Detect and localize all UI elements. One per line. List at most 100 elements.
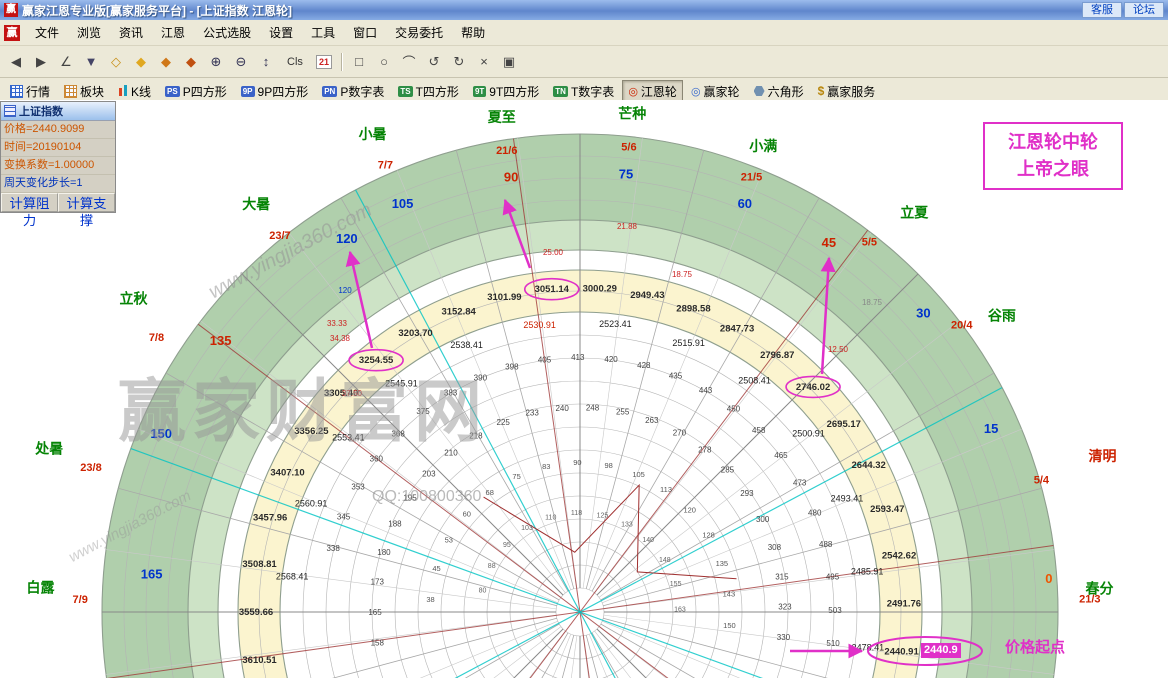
svg-text:7/8: 7/8 <box>149 332 164 344</box>
svg-text:3559.66: 3559.66 <box>239 607 273 618</box>
diamond-outline-icon[interactable]: ◇ <box>104 50 128 73</box>
svg-text:3203.70: 3203.70 <box>398 328 432 339</box>
calc-support-button[interactable]: 计算支撑 <box>58 193 115 212</box>
svg-text:155: 155 <box>670 581 682 588</box>
menu-window[interactable]: 窗口 <box>344 21 386 44</box>
price-start-label[interactable]: 价格起点 <box>1005 636 1065 657</box>
svg-text:148: 148 <box>659 557 671 564</box>
svg-text:33.33: 33.33 <box>327 319 348 328</box>
menu-trading[interactable]: 交易委托 <box>386 21 452 44</box>
rect-tool-icon-glyph: □ <box>355 54 363 69</box>
svg-text:233: 233 <box>525 409 539 418</box>
svg-text:125: 125 <box>597 513 609 520</box>
zoom-out-icon[interactable]: ⊖ <box>229 50 253 73</box>
svg-text:278: 278 <box>698 445 712 454</box>
svg-text:405: 405 <box>538 355 552 364</box>
diamond-gold-icon[interactable]: ◆ <box>129 50 153 73</box>
svg-text:330: 330 <box>777 633 791 642</box>
annotation-note-box[interactable]: 江恩轮中轮 上帝之眼 <box>983 122 1123 190</box>
svg-text:473: 473 <box>793 479 807 488</box>
svg-text:2695.17: 2695.17 <box>827 419 861 430</box>
ribbon-hexagon-label: 六角形 <box>768 83 804 100</box>
svg-text:0: 0 <box>1045 571 1052 586</box>
svg-text:420: 420 <box>604 355 618 364</box>
svg-text:2500.91: 2500.91 <box>792 428 825 438</box>
arc-tool-icon[interactable]: ⌒ <box>397 50 421 73</box>
menu-view[interactable]: 浏览 <box>68 21 110 44</box>
menu-gann[interactable]: 江恩 <box>152 21 194 44</box>
chart-area: 2440.912491.762542.622593.472644.322695.… <box>0 100 1168 678</box>
ribbon-9p-square-label: 9P四方形 <box>258 83 309 100</box>
circle-tool-icon-glyph: ○ <box>380 54 388 69</box>
cls-button[interactable]: Cls <box>279 50 311 73</box>
svg-text:2746.02: 2746.02 <box>796 382 830 393</box>
svg-text:285: 285 <box>721 466 735 475</box>
ribbon-p-table-icon: PN <box>322 86 337 97</box>
calendar-icon[interactable]: 21 <box>312 50 336 73</box>
drawing-toolbar: ◀▶∠▼◇◆◆◆⊕⊖↕Cls21□○⌒↺↻×▣ <box>0 46 1168 78</box>
service-button[interactable]: 客服 <box>1082 2 1122 18</box>
menu-stock-picker[interactable]: 公式选股 <box>194 21 260 44</box>
svg-text:413: 413 <box>571 353 585 362</box>
svg-text:23/8: 23/8 <box>80 462 101 474</box>
menu-settings[interactable]: 设置 <box>260 21 302 44</box>
app-logo-icon: 赢 <box>4 3 18 17</box>
svg-text:60: 60 <box>738 196 752 211</box>
svg-text:2644.32: 2644.32 <box>852 460 886 471</box>
measure-icon[interactable]: ↕ <box>254 50 278 73</box>
svg-text:21/5: 21/5 <box>741 172 762 184</box>
svg-text:300: 300 <box>756 515 770 524</box>
svg-text:2545.91: 2545.91 <box>385 378 418 388</box>
next-icon[interactable]: ▶ <box>29 50 53 73</box>
zoom-in-icon[interactable]: ⊕ <box>204 50 228 73</box>
rotate-ccw-icon[interactable]: ↺ <box>422 50 446 73</box>
svg-text:白露: 白露 <box>27 579 56 595</box>
funnel-icon-glyph: ▼ <box>85 54 98 69</box>
price-start-tag[interactable]: 2440.9 <box>921 643 961 658</box>
svg-text:68: 68 <box>486 488 494 497</box>
cross-tool-icon-glyph: × <box>480 54 488 69</box>
svg-text:90: 90 <box>573 458 581 467</box>
svg-text:2542.62: 2542.62 <box>882 551 916 562</box>
svg-text:503: 503 <box>828 606 842 615</box>
rotate-cw-icon[interactable]: ↻ <box>447 50 471 73</box>
svg-text:255: 255 <box>616 407 630 416</box>
svg-text:60: 60 <box>463 510 471 519</box>
callout-icon[interactable]: ▣ <box>497 50 521 73</box>
svg-text:150: 150 <box>723 621 736 630</box>
calendar-icon-glyph: 21 <box>316 55 332 69</box>
svg-text:18.75: 18.75 <box>672 270 693 279</box>
svg-text:3407.10: 3407.10 <box>270 468 304 479</box>
svg-text:2949.43: 2949.43 <box>630 290 664 301</box>
menu-help[interactable]: 帮助 <box>452 21 494 44</box>
svg-text:263: 263 <box>645 416 659 425</box>
svg-text:180: 180 <box>377 548 391 557</box>
circle-tool-icon[interactable]: ○ <box>372 50 396 73</box>
menu-info[interactable]: 资讯 <box>110 21 152 44</box>
svg-text:118: 118 <box>571 510 582 517</box>
svg-text:3254.55: 3254.55 <box>359 355 394 366</box>
svg-text:2553.41: 2553.41 <box>332 432 365 442</box>
svg-text:308: 308 <box>768 543 782 552</box>
svg-text:120: 120 <box>336 231 358 246</box>
svg-text:135: 135 <box>210 333 232 348</box>
svg-text:大暑: 大暑 <box>242 196 270 212</box>
callout-icon-glyph: ▣ <box>503 54 515 70</box>
annotation-line-2: 上帝之眼 <box>985 156 1121 183</box>
funnel-icon[interactable]: ▼ <box>79 50 103 73</box>
rect-tool-icon[interactable]: □ <box>347 50 371 73</box>
diamond-red-icon[interactable]: ◆ <box>179 50 203 73</box>
svg-text:23/7: 23/7 <box>269 230 290 242</box>
diamond-orange-icon[interactable]: ◆ <box>154 50 178 73</box>
svg-text:105: 105 <box>392 196 414 211</box>
angle-tool-icon[interactable]: ∠ <box>54 50 78 73</box>
svg-text:165: 165 <box>368 608 382 617</box>
menu-tools[interactable]: 工具 <box>302 21 344 44</box>
svg-text:7/9: 7/9 <box>73 594 88 606</box>
forum-button[interactable]: 论坛 <box>1124 2 1164 18</box>
prev-icon[interactable]: ◀ <box>4 50 28 73</box>
menu-file[interactable]: 文件 <box>26 21 68 44</box>
svg-text:120: 120 <box>683 506 696 515</box>
calc-resistance-button[interactable]: 计算阻力 <box>1 193 58 212</box>
cross-tool-icon[interactable]: × <box>472 50 496 73</box>
